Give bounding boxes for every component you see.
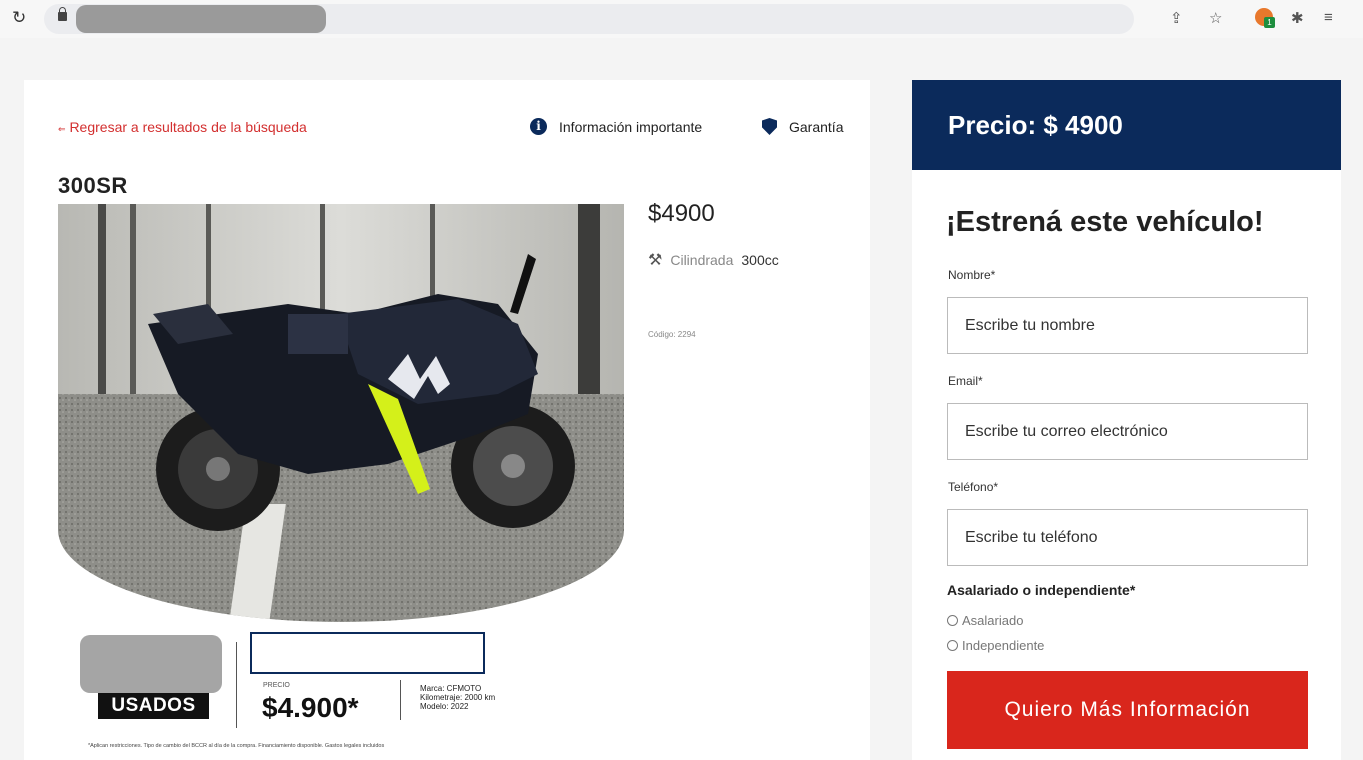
email-label: Email* [948, 374, 983, 388]
puzzle-icon[interactable]: ✱ [1291, 9, 1304, 27]
radio-circle[interactable] [947, 615, 958, 626]
url-redaction [76, 5, 326, 33]
radio-salaried-label: Asalariado [962, 613, 1024, 628]
phone-label: Teléfono* [948, 480, 999, 494]
vehicle-photo[interactable] [58, 204, 624, 622]
cc-label: Cilindrada [670, 252, 734, 268]
phone-input[interactable] [947, 509, 1308, 566]
used-tag: USADOS [98, 693, 209, 719]
radio-independent-label: Independiente [962, 638, 1045, 653]
share-icon[interactable]: ⇪ [1170, 9, 1183, 27]
used-logo: USADOS [80, 635, 222, 719]
form-title: ¡Estrená este vehículo! [946, 206, 1264, 238]
shield-icon [762, 118, 777, 135]
extension-icon[interactable]: 1 [1255, 8, 1275, 28]
info-link-label: Información importante [559, 118, 703, 135]
banner-price-value: $4.900* [262, 692, 359, 723]
price-header: Precio: $ 4900 [912, 80, 1341, 170]
important-info-link[interactable]: i Información importante [530, 118, 702, 135]
warranty-link-label: Garantía [789, 118, 844, 135]
banner-divider-2 [400, 680, 401, 720]
employment-label: Asalariado o independiente* [947, 582, 1136, 598]
spec-mileage: Kilometraje: 2000 km [420, 693, 496, 702]
email-input[interactable] [947, 403, 1308, 460]
banner-specs: Marca: CFMOTO Kilometraje: 2000 km Model… [420, 684, 495, 711]
radio-independent[interactable]: Independiente [947, 638, 1044, 653]
warranty-link[interactable]: Garantía [762, 118, 843, 135]
star-icon[interactable]: ☆ [1209, 9, 1222, 27]
banner-divider [236, 642, 237, 728]
name-input[interactable] [947, 297, 1308, 354]
engine-displacement: ⚒ Cilindrada 300cc [648, 250, 779, 270]
vehicle-model-title: 300SR [58, 173, 128, 198]
vehicle-code: Código: 2294 [648, 330, 696, 339]
spec-year: Modelo: 2022 [420, 702, 469, 711]
reading-list-icon[interactable]: ≡ [1324, 9, 1333, 26]
highlight-box [250, 632, 485, 674]
banner-price-label: PRECIO [263, 682, 290, 689]
extension-badge: 1 [1264, 17, 1275, 28]
submit-button[interactable]: Quiero Más Información [947, 671, 1308, 749]
lock-icon[interactable] [58, 7, 67, 21]
tools-icon: ⚒ [648, 252, 663, 269]
vehicle-price: $4900 [648, 200, 715, 227]
radio-circle[interactable] [947, 640, 958, 651]
name-label: Nombre* [948, 268, 996, 282]
back-link-label: Regresar a resultados de la búsqueda [69, 119, 307, 135]
back-to-results-link[interactable]: ⇐ Regresar a resultados de la búsqueda [58, 119, 307, 135]
cc-value: 300cc [741, 252, 779, 268]
radio-salaried[interactable]: Asalariado [947, 613, 1023, 628]
reload-icon[interactable]: ↻ [12, 8, 26, 28]
banner-disclaimer: *Aplican restricciones. Tipo de cambio d… [88, 743, 385, 749]
spec-brand: Marca: CFMOTO [420, 684, 482, 693]
back-arrow-icon: ⇐ [58, 124, 66, 134]
logo-redaction [80, 635, 222, 693]
info-icon: i [530, 118, 547, 135]
browser-toolbar: ↻ ⇪ ☆ 1 ✱ ≡ [0, 0, 1363, 38]
